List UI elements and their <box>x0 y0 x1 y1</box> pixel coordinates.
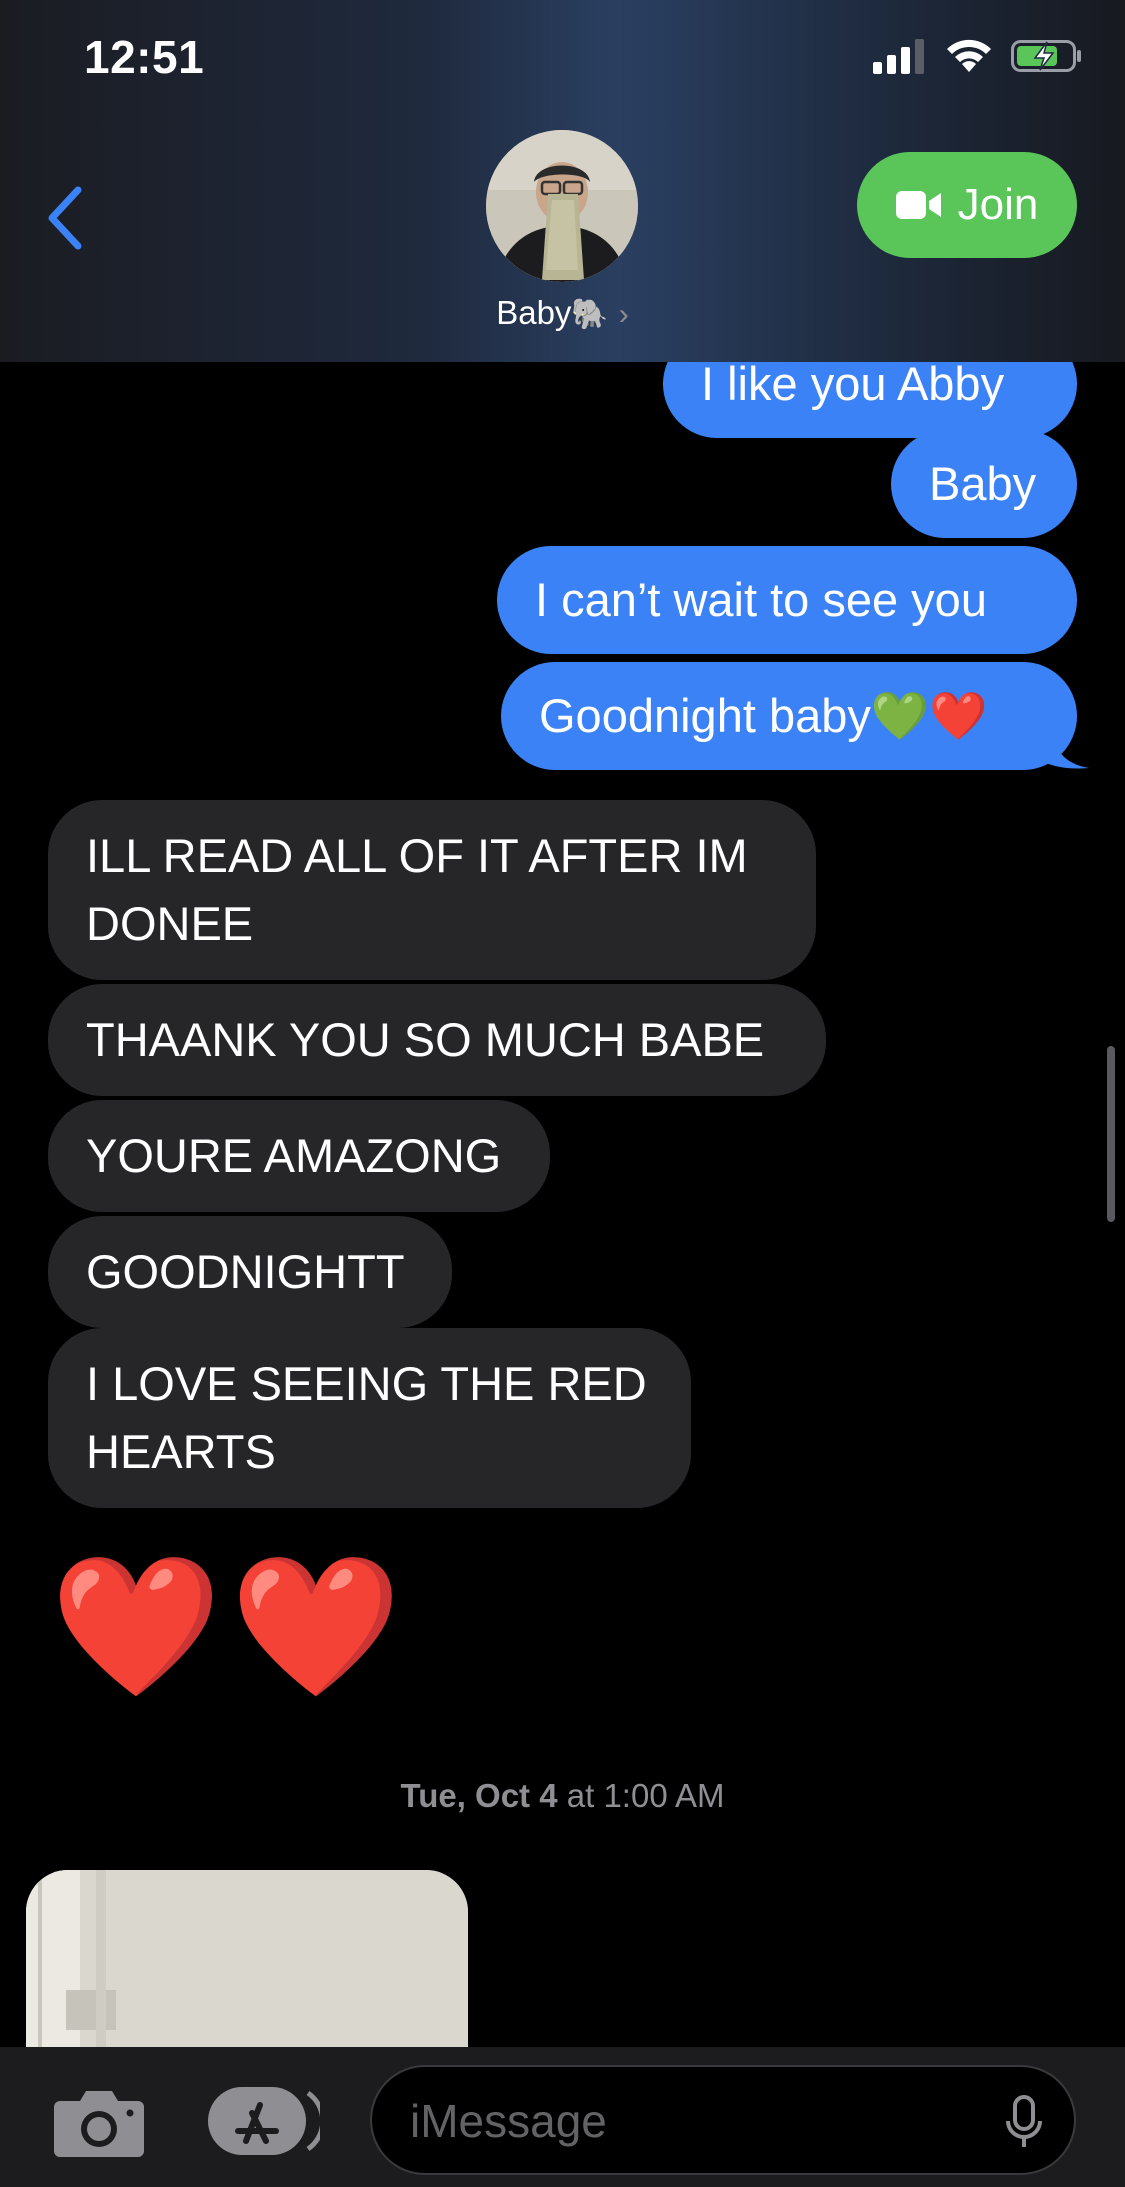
contact-name-button[interactable]: Baby🐘 › <box>0 294 1125 332</box>
sent-message[interactable]: I like you Abby <box>663 362 1077 438</box>
back-button[interactable] <box>44 178 104 258</box>
microphone-icon <box>1006 2095 1042 2147</box>
contact-emoji: 🐘 <box>571 298 609 331</box>
join-label: Join <box>957 180 1039 229</box>
received-message[interactable]: I LOVE SEEING THE RED HEARTS <box>48 1328 691 1508</box>
message-text: ILL READ ALL OF IT AFTER IM DONEE <box>86 829 748 950</box>
contact-avatar[interactable] <box>486 130 638 282</box>
message-text: I like you Abby <box>701 362 1005 410</box>
scrollbar[interactable] <box>1107 1046 1115 1222</box>
sent-message[interactable]: Goodnight baby💚❤️ <box>501 662 1077 770</box>
app-store-button[interactable] <box>208 2083 326 2159</box>
dictation-button[interactable] <box>1004 2095 1044 2151</box>
message-text: I LOVE SEEING THE RED HEARTS <box>86 1357 647 1478</box>
conversation-header: 12:51 Baby🐘 › Join <box>0 0 1125 362</box>
contact-name: Baby <box>496 294 572 331</box>
message-input[interactable] <box>408 2067 972 2175</box>
video-camera-icon <box>895 191 941 219</box>
received-message[interactable]: THAANK YOU SO MUCH BABE <box>48 984 826 1096</box>
battery-charging-icon <box>1011 40 1081 72</box>
received-message[interactable]: YOURE AMAZONG <box>48 1100 550 1212</box>
chevron-right-icon: › <box>618 298 629 331</box>
bubble-tail <box>1031 726 1089 769</box>
avatar-photo <box>486 130 638 282</box>
timestamp-time: at 1:00 AM <box>566 1777 725 1814</box>
big-emoji-message[interactable]: ❤️❤️ <box>50 1552 410 1702</box>
timestamp: Tue, Oct 4 at 1:00 AM <box>0 1777 1125 1815</box>
message-field[interactable] <box>370 2065 1076 2175</box>
message-thread[interactable]: I like you Abby Baby I can’t wait to see… <box>0 362 1125 2047</box>
photo-content <box>26 1870 468 2047</box>
wifi-icon <box>947 39 991 72</box>
facetime-join-button[interactable]: Join <box>857 152 1077 258</box>
message-text: I can’t wait to see you <box>535 573 987 626</box>
sent-message[interactable]: Baby <box>891 430 1077 538</box>
camera-button[interactable] <box>52 2085 146 2159</box>
compose-bar <box>0 2047 1125 2187</box>
message-text: GOODNIGHTT <box>86 1245 405 1298</box>
image-message[interactable] <box>26 1870 468 2047</box>
message-text: THAANK YOU SO MUCH BABE <box>86 1013 765 1066</box>
status-time: 12:51 <box>84 31 205 83</box>
message-text: YOURE AMAZONG <box>86 1129 502 1182</box>
received-message[interactable]: ILL READ ALL OF IT AFTER IM DONEE <box>48 800 816 980</box>
message-text: Baby <box>929 457 1037 510</box>
message-text: Goodnight baby💚❤️ <box>539 689 988 742</box>
signal-icon <box>873 39 924 74</box>
back-chevron-icon <box>48 186 82 250</box>
camera-icon <box>54 2091 144 2157</box>
received-message[interactable]: GOODNIGHTT <box>48 1216 452 1328</box>
status-icons <box>873 38 1083 74</box>
sent-message[interactable]: I can’t wait to see you <box>497 546 1077 654</box>
app-store-icon <box>208 2087 326 2155</box>
timestamp-day: Tue, Oct 4 <box>400 1777 558 1814</box>
